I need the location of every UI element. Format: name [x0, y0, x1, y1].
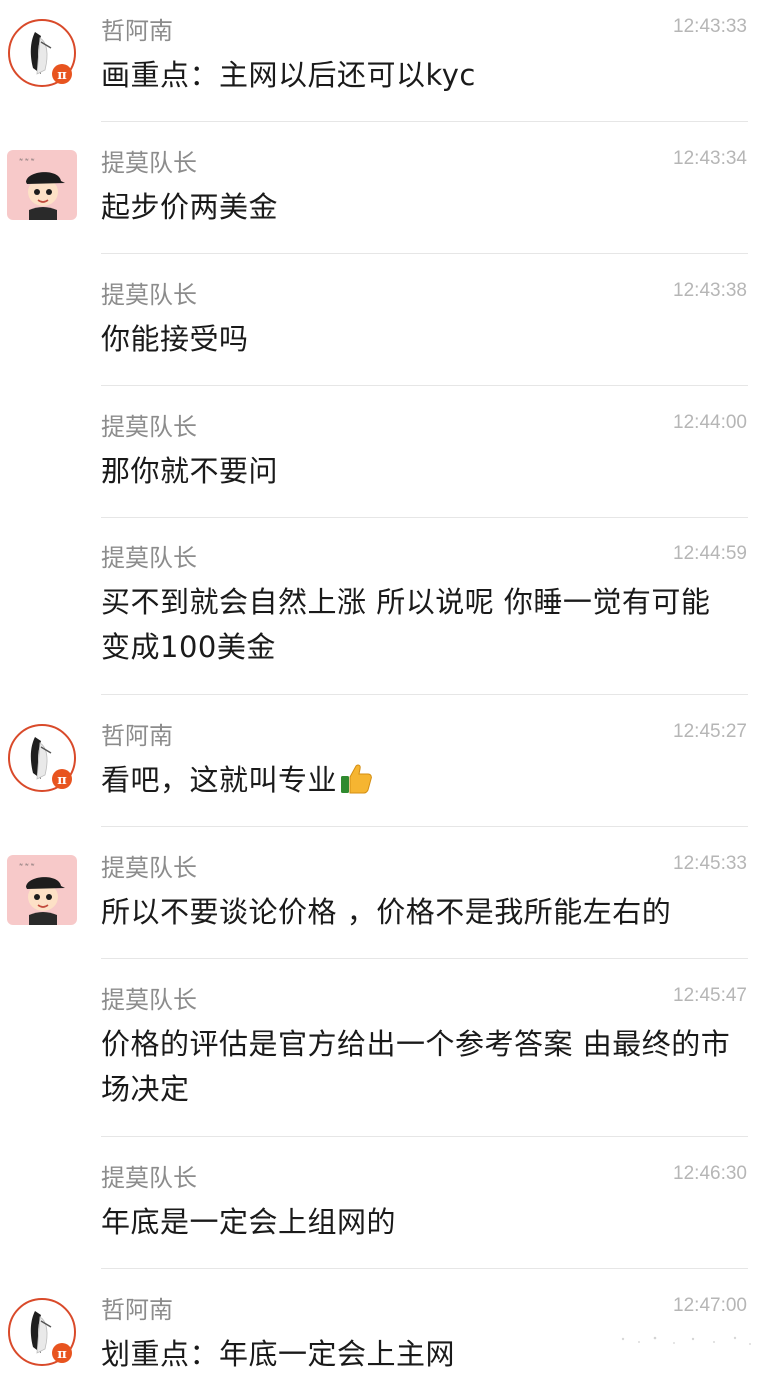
sender-name: 哲阿南 — [101, 17, 173, 45]
chat-message[interactable]: π 哲阿南 12:43:33 画重点：主网以后还可以kyc — [0, 0, 767, 122]
message-text: 那你就不要问 — [101, 454, 279, 488]
message-text: 所以不要谈论价格 ，价格不是我所能左右的 — [101, 895, 672, 929]
divider — [101, 1136, 748, 1137]
divider — [101, 694, 748, 695]
divider — [101, 958, 748, 959]
divider — [101, 1268, 748, 1269]
svg-text:≈ ≈ ≈: ≈ ≈ ≈ — [19, 862, 35, 868]
message-time: 12:46:30 — [673, 1163, 747, 1184]
avatar-timo[interactable]: ≈ ≈ ≈ — [7, 855, 77, 925]
pi-avatar-icon: π — [8, 724, 76, 792]
chat-message[interactable]: 提莫队长 12:46:30 年底是一定会上组网的 — [0, 1147, 767, 1269]
cartoon-avatar-icon: ≈ ≈ ≈ — [7, 150, 77, 220]
chat-message[interactable]: ≈ ≈ ≈ 提莫队长 12:45:33 所以不要谈论价格 ，价格不是我所能左右的 — [0, 837, 767, 959]
divider — [101, 253, 748, 254]
message-time: 12:44:00 — [673, 412, 747, 433]
sender-name: 哲阿南 — [101, 722, 173, 750]
chat-message[interactable]: 提莫队长 12:43:38 你能接受吗 — [0, 264, 767, 386]
sender-name: 提莫队长 — [101, 544, 197, 572]
sender-name: 提莫队长 — [101, 854, 197, 882]
message-text: 你能接受吗 — [101, 322, 249, 356]
watermark-dots — [621, 1336, 751, 1345]
chat-message[interactable]: π 哲阿南 12:45:27 看吧，这就叫专业 — [0, 705, 767, 827]
sender-name: 哲阿南 — [101, 1296, 173, 1324]
sender-name: 提莫队长 — [101, 413, 197, 441]
sender-name: 提莫队长 — [101, 986, 197, 1014]
message-time: 12:43:34 — [673, 148, 747, 169]
chat-message-list: π 哲阿南 12:43:33 画重点：主网以后还可以kyc ≈ ≈ ≈ 提莫队长… — [0, 0, 767, 1377]
thumbs-up-icon — [339, 763, 373, 808]
message-time: 12:45:47 — [673, 985, 747, 1006]
chat-message[interactable]: ≈ ≈ ≈ 提莫队长 12:43:34 起步价两美金 — [0, 132, 767, 254]
message-text: 年底是一定会上组网的 — [101, 1205, 397, 1239]
avatar-zheanan[interactable]: π — [7, 1297, 77, 1367]
chat-message[interactable]: 提莫队长 12:45:47 价格的评估是官方给出一个参考答案 由最终的市场决定 — [0, 969, 767, 1137]
message-text: 买不到就会自然上涨 所以说呢 你睡一觉有可能变成100美金 — [101, 585, 711, 664]
svg-text:≈ ≈ ≈: ≈ ≈ ≈ — [19, 157, 35, 163]
chat-message[interactable]: 提莫队长 12:44:00 那你就不要问 — [0, 396, 767, 518]
message-time: 12:44:59 — [673, 543, 747, 564]
chat-message[interactable]: π 哲阿南 12:47:00 划重点：年底一定会上主网 — [0, 1279, 767, 1377]
divider — [101, 517, 748, 518]
pi-avatar-icon: π — [8, 1298, 76, 1366]
message-time: 12:47:00 — [673, 1295, 747, 1316]
message-time: 12:45:33 — [673, 853, 747, 874]
pi-avatar-icon: π — [8, 19, 76, 87]
avatar-zheanan[interactable]: π — [7, 723, 77, 793]
sender-name: 提莫队长 — [101, 1164, 197, 1192]
message-text: 起步价两美金 — [101, 190, 279, 224]
message-text-content: 看吧，这就叫专业 — [101, 763, 338, 797]
divider — [101, 826, 748, 827]
sender-name: 提莫队长 — [101, 149, 197, 177]
avatar-timo[interactable]: ≈ ≈ ≈ — [7, 150, 77, 220]
message-time: 12:43:38 — [673, 280, 747, 301]
divider — [101, 121, 748, 122]
svg-text:π: π — [57, 1347, 67, 1362]
message-text: 看吧，这就叫专业 — [101, 758, 751, 808]
message-text: 价格的评估是官方给出一个参考答案 由最终的市场决定 — [101, 1027, 731, 1106]
message-text: 画重点：主网以后还可以kyc — [101, 58, 476, 92]
message-time: 12:45:27 — [673, 721, 747, 742]
message-time: 12:43:33 — [673, 16, 747, 37]
svg-text:π: π — [57, 773, 67, 788]
chat-message[interactable]: 提莫队长 12:44:59 买不到就会自然上涨 所以说呢 你睡一觉有可能变成10… — [0, 527, 767, 695]
svg-text:π: π — [57, 68, 67, 83]
avatar-zheanan[interactable]: π — [7, 18, 77, 88]
sender-name: 提莫队长 — [101, 281, 197, 309]
divider — [101, 385, 748, 386]
cartoon-avatar-icon: ≈ ≈ ≈ — [7, 855, 77, 925]
